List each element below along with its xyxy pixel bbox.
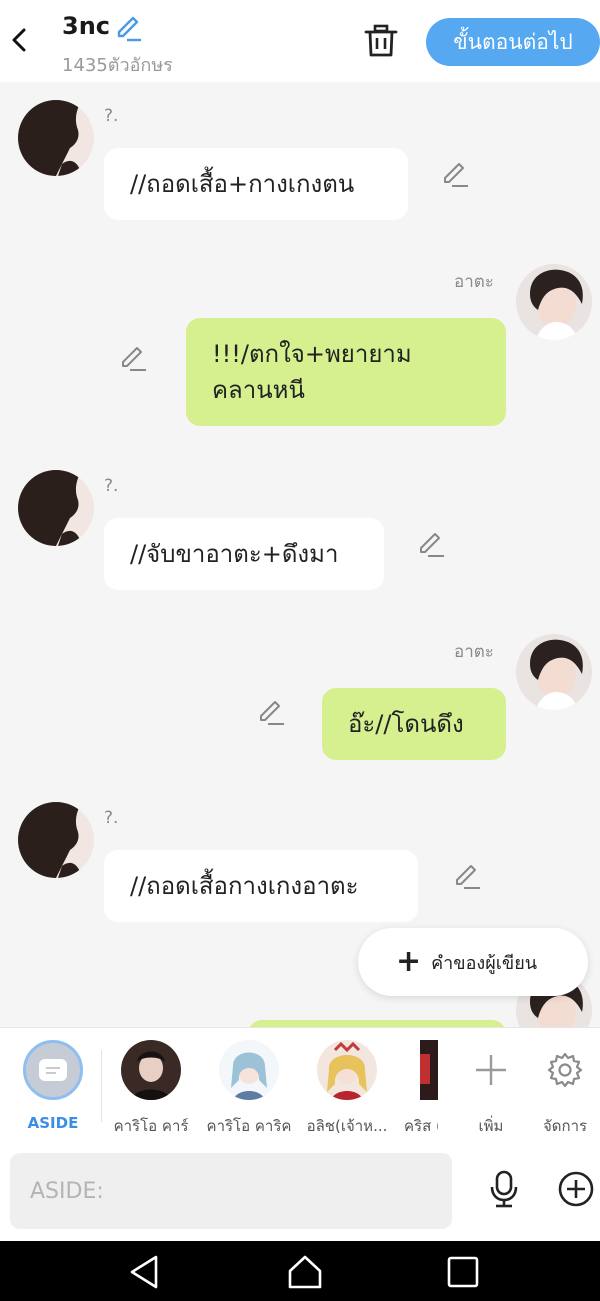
message-bubble[interactable]: !!!/ตกใจ+พยายาม คลานหนี	[186, 318, 506, 426]
pencil-icon	[260, 701, 284, 725]
silhouette-avatar-icon	[18, 802, 94, 878]
chevron-left-icon	[12, 28, 26, 52]
nav-back-button[interactable]	[124, 1251, 166, 1293]
next-step-button[interactable]: ขั้นตอนต่อไป	[426, 18, 600, 66]
aside-character-button[interactable]: ASIDE	[6, 1040, 100, 1132]
avatar-silhouette[interactable]	[18, 802, 94, 878]
character-avatar-icon	[516, 634, 592, 710]
trash-icon	[364, 24, 398, 57]
silhouette-avatar-icon	[18, 470, 94, 546]
sender-name: ?.	[104, 808, 119, 828]
gear-icon	[547, 1052, 583, 1088]
message-bubble[interactable]: //จับขาอาตะ+ดึงมา	[104, 518, 384, 590]
aside-note-icon	[39, 1059, 67, 1081]
avatar-ata[interactable]	[516, 634, 592, 710]
pencil-icon	[420, 533, 444, 557]
avatar-silhouette[interactable]	[18, 470, 94, 546]
character-avatar-icon	[317, 1040, 377, 1100]
manage-button[interactable]: จัดการ	[518, 1040, 600, 1138]
pencil-icon	[456, 865, 480, 889]
message-bubble[interactable]: //ถอดเสื้อกางเกงอาตะ	[104, 850, 418, 922]
character-avatar-icon	[219, 1040, 279, 1100]
composer	[0, 1141, 600, 1241]
message-text: !!!/ตกใจ+พยายาม คลานหนี	[212, 340, 412, 404]
character-label: อลิช(เจ้าห...	[306, 1117, 388, 1135]
chat-area[interactable]: ?. //ถอดเสื้อ+กางเกงตน อาตะ !!!/ตกใจ+พยา…	[0, 82, 600, 1027]
character-avatar	[317, 1040, 377, 1100]
plus-circle-icon	[558, 1171, 594, 1207]
nav-recents-button[interactable]	[442, 1251, 484, 1293]
add-content-button[interactable]	[556, 1169, 596, 1209]
top-bar: 3nc 1435ตัวอักษร ขั้นตอนต่อไป	[0, 0, 600, 82]
author-note-button[interactable]: + คำของผู้เขียน	[358, 928, 588, 996]
manage-label: จัดการ	[542, 1117, 588, 1135]
pencil-icon	[122, 347, 146, 371]
back-button[interactable]	[8, 24, 30, 56]
system-nav-bar	[0, 1241, 600, 1301]
divider	[101, 1050, 102, 1122]
character-avatar-icon	[420, 1040, 438, 1100]
author-note-label: คำของผู้เขียน	[431, 952, 538, 974]
edit-message-button[interactable]	[440, 160, 470, 190]
character-count: 1435ตัวอักษร	[62, 55, 173, 76]
voice-input-button[interactable]	[484, 1169, 524, 1209]
aside-label: ASIDE	[27, 1114, 79, 1132]
plus-icon	[476, 1055, 506, 1085]
pencil-icon	[117, 16, 141, 42]
avatar-silhouette[interactable]	[18, 100, 94, 176]
character-avatar	[121, 1040, 181, 1100]
edit-title-button[interactable]	[114, 14, 142, 42]
sender-name: อาตะ	[454, 642, 494, 662]
character-item[interactable]: อลิช(เจ้าห...	[300, 1040, 394, 1138]
gear-icon-wrap	[518, 1040, 600, 1100]
square-recents-icon	[447, 1256, 479, 1288]
aside-avatar	[23, 1040, 83, 1100]
microphone-icon	[490, 1170, 518, 1208]
page-title: 3nc	[62, 12, 111, 40]
character-item[interactable]: คาริโอ คาร์	[104, 1040, 198, 1138]
character-label: คาริโอ คาริค	[206, 1117, 292, 1135]
character-avatar-icon	[516, 264, 592, 340]
character-bar: ASIDE คาริโอ คาร์ คาริโอ คาริค อลิช(เจ้า…	[0, 1027, 600, 1141]
pencil-icon	[444, 163, 468, 187]
character-avatar	[420, 1040, 438, 1100]
character-label: คาริโอ คาร์	[113, 1117, 189, 1135]
sender-name: อาตะ	[454, 272, 494, 292]
plus-icon: +	[396, 944, 422, 979]
avatar-ata[interactable]	[516, 264, 592, 340]
message-input[interactable]	[10, 1153, 452, 1229]
home-icon	[288, 1255, 322, 1289]
edit-message-button[interactable]	[118, 344, 148, 374]
nav-home-button[interactable]	[284, 1251, 326, 1293]
triangle-back-icon	[130, 1255, 158, 1289]
character-label: คริส (	[404, 1117, 438, 1135]
silhouette-avatar-icon	[18, 100, 94, 176]
sender-name: ?.	[104, 106, 119, 126]
edit-message-button[interactable]	[416, 530, 446, 560]
edit-message-button[interactable]	[256, 698, 286, 728]
sender-name: ?.	[104, 476, 119, 496]
message-bubble-partial[interactable]	[248, 1020, 506, 1027]
delete-button[interactable]	[362, 22, 400, 60]
character-item[interactable]: คาริโอ คาริค	[202, 1040, 296, 1138]
message-bubble[interactable]: //ถอดเสื้อ+กางเกงตน	[104, 148, 408, 220]
character-avatar-icon	[121, 1040, 181, 1100]
message-bubble[interactable]: อ๊ะ//โดนดึง	[322, 688, 506, 760]
character-item[interactable]: คริส (	[398, 1040, 438, 1138]
character-avatar	[219, 1040, 279, 1100]
edit-message-button[interactable]	[452, 862, 482, 892]
